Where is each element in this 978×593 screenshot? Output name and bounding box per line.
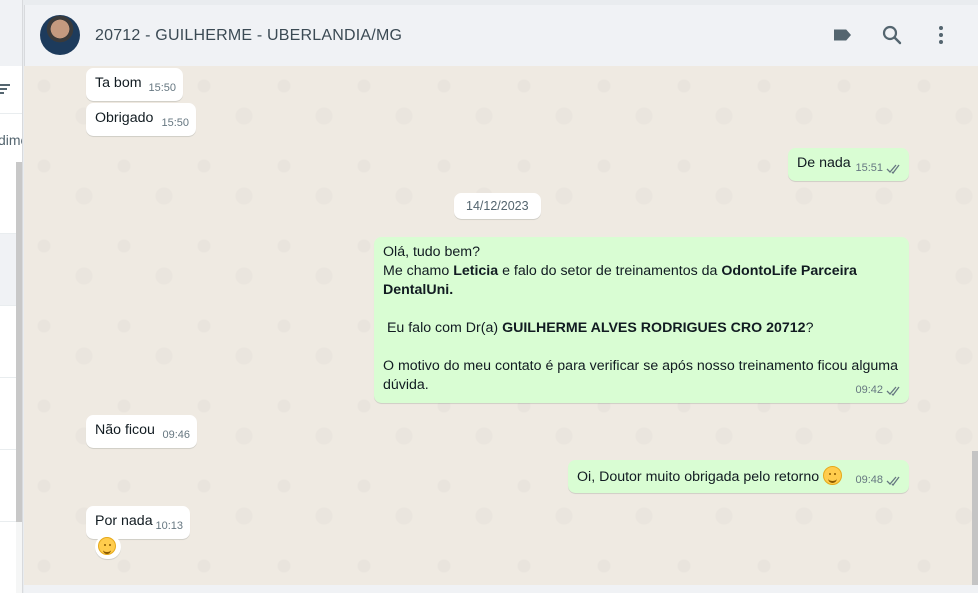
message-incoming[interactable]: Não ficou 09:46 bbox=[86, 415, 197, 448]
message-incoming[interactable]: Obrigado 15:50 bbox=[86, 103, 196, 136]
message-time: 15:51 bbox=[855, 162, 883, 174]
message-line: DentalUni. bbox=[383, 282, 454, 298]
chat-list-pane: dime bbox=[0, 0, 23, 593]
message-meta: 09:42 bbox=[855, 383, 902, 398]
message-line bbox=[383, 338, 902, 357]
label-icon[interactable] bbox=[831, 23, 855, 47]
chat-list-tab-label[interactable]: dime bbox=[0, 132, 22, 148]
chat-list-item[interactable] bbox=[0, 306, 16, 378]
chat-list-item-selected[interactable] bbox=[0, 234, 16, 306]
message-list-scrollbar[interactable] bbox=[972, 451, 978, 585]
message-text: Ta bom bbox=[95, 75, 142, 91]
more-vert-icon[interactable] bbox=[929, 23, 953, 47]
message-line: Olá, tudo bem? bbox=[383, 244, 481, 260]
contact-name[interactable]: 20712 - GUILHERME - UBERLANDIA/MG bbox=[95, 27, 402, 45]
message-time: 15:50 bbox=[161, 117, 189, 129]
message-text: Não ficou bbox=[95, 422, 155, 438]
reaction-badge[interactable] bbox=[95, 535, 121, 559]
message-meta: 15:51 bbox=[855, 161, 902, 176]
message-text: Oi, Doutor muito obrigada pelo retorno bbox=[577, 469, 820, 485]
message-time: 09:42 bbox=[855, 384, 883, 396]
message-outgoing[interactable]: Oi, Doutor muito obrigada pelo retorno 0… bbox=[568, 460, 909, 493]
message-meta: 09:48 bbox=[855, 473, 902, 488]
smiling-face-emoji-icon bbox=[98, 537, 116, 555]
avatar[interactable] bbox=[40, 15, 80, 55]
chat-list-item[interactable] bbox=[0, 162, 16, 234]
message-time: 15:50 bbox=[148, 82, 176, 94]
chat-list-scrollbar[interactable] bbox=[16, 162, 22, 522]
filter-icon[interactable] bbox=[0, 84, 10, 96]
message-line: dúvida. bbox=[383, 377, 429, 393]
chat-list-header bbox=[0, 0, 22, 66]
relieved-face-emoji-icon bbox=[823, 466, 843, 485]
chat-list-item[interactable] bbox=[0, 378, 16, 450]
message-outgoing[interactable]: Olá, tudo bem? Me chamo Leticia e falo d… bbox=[374, 237, 909, 403]
double-check-icon bbox=[886, 476, 900, 486]
composer-bar[interactable] bbox=[24, 585, 978, 593]
message-text: Obrigado bbox=[95, 110, 154, 126]
message-line bbox=[383, 300, 902, 319]
message-line: Eu falo com Dr(a) GUILHERME ALVES RODRIG… bbox=[383, 320, 814, 336]
chat-list-item[interactable] bbox=[0, 450, 16, 522]
message-list[interactable]: Ta bom 15:50 Obrigado 15:50 De nada 15:5… bbox=[24, 66, 978, 585]
double-check-icon bbox=[886, 164, 900, 174]
message-line: O motivo do meu contato é para verificar… bbox=[383, 358, 898, 374]
date-separator: 14/12/2023 bbox=[454, 193, 541, 219]
message-incoming[interactable]: Ta bom 15:50 bbox=[86, 68, 183, 101]
message-time: 09:48 bbox=[855, 474, 883, 486]
message-outgoing[interactable]: De nada 15:51 bbox=[788, 148, 909, 181]
double-check-icon bbox=[886, 386, 900, 396]
conversation-header[interactable]: 20712 - GUILHERME - UBERLANDIA/MG bbox=[24, 5, 978, 66]
search-icon[interactable] bbox=[880, 23, 904, 47]
message-time: 10:13 bbox=[155, 520, 183, 532]
message-line: Me chamo Leticia e falo do setor de trei… bbox=[383, 263, 857, 279]
message-text: De nada bbox=[797, 155, 851, 171]
message-incoming[interactable]: Por nada 10:13 bbox=[86, 506, 190, 539]
message-text: Por nada bbox=[95, 513, 153, 529]
message-time: 09:46 bbox=[162, 429, 190, 441]
